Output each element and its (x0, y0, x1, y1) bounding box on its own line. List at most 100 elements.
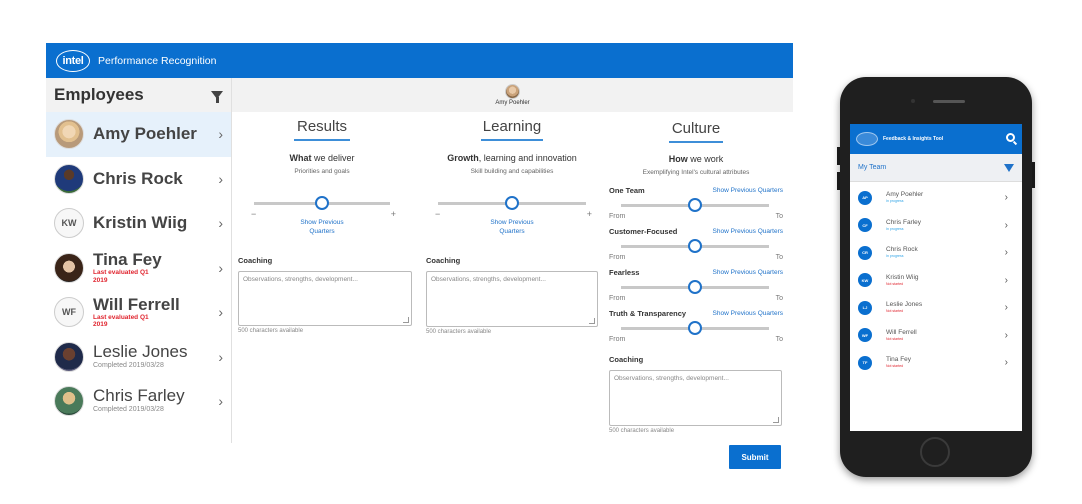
slider-from-label: From (609, 336, 626, 343)
avatar-initials: LJ (858, 300, 872, 315)
member-status: In progress (886, 199, 904, 204)
coaching-label: Coaching (238, 256, 273, 265)
culture-slider[interactable] (621, 280, 769, 294)
employee-item-chris-rock[interactable]: Chris Rock › (46, 157, 231, 202)
mobile-team-member[interactable]: KW Kristin Wiig Not started › (850, 267, 1022, 295)
tab-culture[interactable]: Culture (609, 118, 783, 141)
show-previous-quarters-link[interactable]: Show Previous Quarters (482, 218, 542, 236)
show-previous-quarters-link[interactable]: Show Previous Quarters (713, 228, 783, 235)
slider-max-label: + (586, 209, 592, 219)
desktop-app-window: intel Performance Recognition Employees … (46, 43, 793, 469)
chars-available: 500 characters available (609, 428, 675, 434)
evaluation-status: Last evaluated Q1 2019 (93, 269, 149, 284)
heading-rest: we deliver (311, 153, 355, 163)
results-slider[interactable] (254, 196, 390, 210)
results-column: Results What we deliver Priorities and g… (238, 118, 412, 334)
heading-bold: Growth (447, 153, 479, 163)
avatar (54, 163, 84, 194)
tab-results[interactable]: Results (242, 118, 402, 139)
member-status: Not started (886, 336, 904, 341)
chevron-right-icon: › (218, 348, 223, 365)
slider-from-label: From (609, 213, 626, 220)
culture-slider[interactable] (621, 239, 769, 253)
avatar-initials: CF (858, 218, 872, 233)
culture-attributes: One Team Show Previous Quarters From To Cust… (609, 186, 783, 343)
employee-item-will-ferrell[interactable]: WF Will Ferrell Last evaluated Q1 2019 › (46, 290, 231, 335)
show-previous-quarters-link[interactable]: Show Previous Quarters (713, 269, 783, 276)
employee-item-leslie-jones[interactable]: Leslie Jones Completed 2019/03/28 › (46, 335, 231, 380)
chevron-right-icon: › (1004, 302, 1008, 314)
intel-logo: intel (56, 49, 90, 72)
phone-power-button (1032, 162, 1035, 188)
show-previous-quarters-link[interactable]: Show Previous Quarters (713, 310, 783, 317)
filter-icon[interactable] (1004, 163, 1014, 172)
employee-name: Leslie Jones (93, 341, 188, 361)
culture-attribute-row: Customer-Focused Show Previous Quarters Fr… (609, 227, 783, 261)
avatar (54, 119, 84, 150)
chevron-right-icon: › (1004, 247, 1008, 259)
mobile-team-member[interactable]: CR Chris Rock In progress › (850, 239, 1022, 267)
tab-learning[interactable]: Learning (432, 118, 592, 139)
my-team-bar[interactable]: My Team (850, 154, 1022, 182)
mobile-team-member[interactable]: WF Will Ferrell Not started › (850, 322, 1022, 350)
mobile-team-member[interactable]: AP Amy Poehler In progress › (850, 184, 1022, 212)
results-heading: What we deliver (242, 153, 402, 163)
phone-screen: Feedback & Insights Tool My Team AP Amy P… (850, 124, 1022, 431)
slider-thumb[interactable] (505, 196, 519, 210)
culture-coaching-input[interactable]: Observations, strengths, development... (609, 370, 782, 426)
avatar (54, 386, 84, 417)
slider-thumb[interactable] (688, 198, 702, 212)
chevron-right-icon: › (1004, 274, 1008, 286)
employee-item-kristin-wiig[interactable]: KW Kristin Wiig › (46, 201, 231, 246)
mobile-team-member[interactable]: TF Tina Fey Not started › (850, 349, 1022, 377)
mobile-team-member[interactable]: LJ Leslie Jones Not started › (850, 294, 1022, 322)
culture-attribute-row: Fearless Show Previous Quarters From To (609, 268, 783, 302)
show-previous-quarters-link[interactable]: Show Previous Quarters (713, 187, 783, 194)
slider-from-label: From (609, 254, 626, 261)
culture-slider[interactable] (621, 321, 769, 335)
phone-home-button (920, 437, 950, 467)
selected-person-name: Amy Poehler (495, 100, 530, 106)
employee-item-chris-farley[interactable]: Chris Farley Completed 2019/03/28 › (46, 379, 231, 424)
show-previous-quarters-link[interactable]: Show Previous Quarters (292, 218, 352, 236)
heading-bold: What (289, 153, 312, 163)
slider-thumb[interactable] (315, 196, 329, 210)
phone-mockup: Feedback & Insights Tool My Team AP Amy P… (837, 77, 1035, 477)
culture-attribute-row: One Team Show Previous Quarters From To (609, 186, 783, 220)
chevron-right-icon: › (218, 215, 223, 232)
heading-bold: How (668, 154, 688, 164)
filter-icon[interactable] (211, 91, 223, 103)
slider-thumb[interactable] (688, 280, 702, 294)
slider-thumb[interactable] (688, 239, 702, 253)
mobile-team-member[interactable]: CF Chris Farley In progress › (850, 212, 1022, 240)
avatar (54, 252, 84, 283)
avatar-initials: AP (858, 190, 872, 205)
search-icon[interactable] (1006, 133, 1015, 142)
slider-thumb[interactable] (688, 321, 702, 335)
learning-slider[interactable] (438, 196, 586, 210)
slider-min-label: − (251, 209, 257, 219)
evaluation-panel: Amy Poehler Results What we deliver Prio… (232, 78, 793, 469)
avatar (54, 341, 84, 372)
tab-underline (481, 139, 543, 141)
learning-column: Learning Growth, learning and innovation… (426, 118, 598, 335)
member-name: Leslie Jones (886, 301, 923, 309)
avatar-initials: KW (858, 273, 872, 288)
employee-name: Amy Poehler (93, 124, 197, 144)
employee-name: Will Ferrell (93, 294, 180, 314)
member-status: In progress (886, 254, 904, 259)
coaching-label: Coaching (609, 355, 644, 364)
avatar-initials: KW (54, 208, 84, 239)
mobile-app-title: Feedback & Insights Tool (883, 136, 944, 142)
coaching-label: Coaching (426, 256, 461, 265)
results-coaching-input[interactable]: Observations, strengths, development... (238, 271, 412, 326)
member-name: Chris Rock (886, 246, 918, 254)
culture-attribute-label: One Team (609, 186, 645, 195)
culture-slider[interactable] (621, 198, 769, 212)
employee-item-tina-fey[interactable]: Tina Fey Last evaluated Q1 2019 › (46, 246, 231, 291)
slider-to-label: To (775, 213, 783, 220)
submit-button[interactable]: Submit (729, 445, 781, 469)
app-title: Performance Recognition (98, 54, 217, 67)
learning-coaching-input[interactable]: Observations, strengths, development... (426, 271, 598, 327)
employee-item-amy-poehler[interactable]: Amy Poehler › (46, 112, 231, 157)
